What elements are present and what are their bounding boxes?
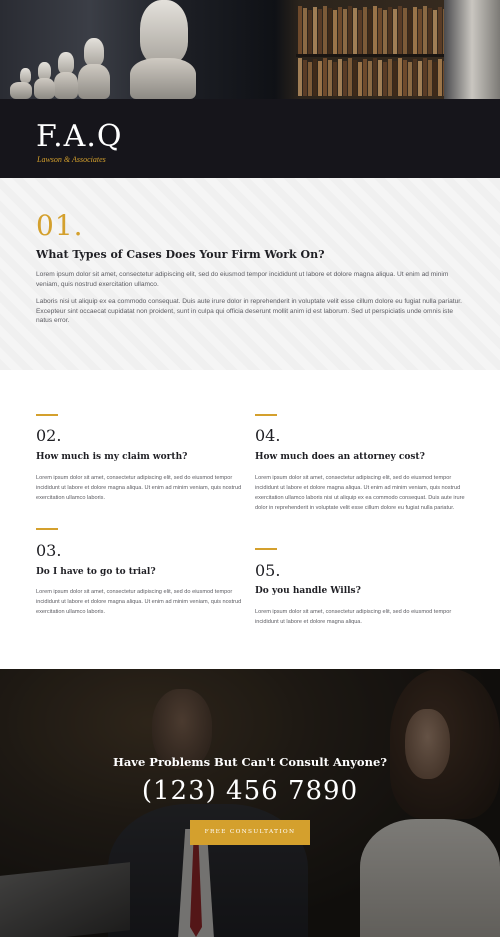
book-spine <box>418 61 422 96</box>
book-spine <box>353 60 357 96</box>
book-spine <box>303 8 307 54</box>
book-spine <box>418 9 422 54</box>
book-spine <box>368 9 372 54</box>
book-spine <box>383 10 387 54</box>
faq-question: What Types of Cases Does Your Firm Work … <box>36 248 325 261</box>
book-spine <box>328 60 332 96</box>
book-spine <box>433 62 437 96</box>
book-spine <box>428 8 432 54</box>
bust-statue-large <box>140 0 188 64</box>
book-spine <box>368 61 372 96</box>
book-spine <box>343 9 347 54</box>
book-spine <box>303 60 307 96</box>
book-spine <box>323 6 327 54</box>
book-spine <box>318 9 322 54</box>
book-spine <box>343 61 347 96</box>
book-spine <box>363 7 367 54</box>
book-spine <box>338 7 342 54</box>
faq-answer: Lorem ipsum dolor sit amet, consectetur … <box>36 589 242 615</box>
book-spine <box>428 60 432 96</box>
bust-statue <box>84 38 104 66</box>
accent-divider <box>255 548 277 550</box>
page-title: F.A.Q <box>36 119 123 154</box>
book-spine <box>318 61 322 96</box>
cta-heading: Have Problems But Can't Consult Anyone? <box>112 755 388 769</box>
book-spine <box>348 6 352 54</box>
book-spine <box>313 7 317 54</box>
book-spine <box>393 61 397 96</box>
bust-base <box>34 78 55 99</box>
book-spine <box>373 6 377 54</box>
faq-answer-paragraph: Laboris nisi ut aliquip ex ea commodo co… <box>36 298 462 325</box>
faq-answer-paragraph: Lorem ipsum dolor sit amet, consectetur … <box>36 271 449 288</box>
book-spine <box>338 59 342 96</box>
faq-number: 05. <box>255 561 281 580</box>
book-spine <box>423 58 427 96</box>
book-spine <box>403 60 407 96</box>
bust-base <box>10 82 32 99</box>
book-spine <box>438 7 442 54</box>
free-consultation-button[interactable]: FREE CONSULTATION <box>190 820 310 845</box>
bust-base <box>78 64 110 99</box>
book-spine <box>323 58 327 96</box>
shelf <box>296 54 446 57</box>
accent-divider <box>36 528 58 530</box>
book-spine <box>298 6 302 54</box>
accent-divider <box>36 414 58 416</box>
faq-answer: Lorem ipsum dolor sit amet, consectetur … <box>255 609 452 625</box>
book-spine <box>378 8 382 54</box>
book-spine <box>388 59 392 96</box>
faq-answer: Lorem ipsum dolor sit amet, consectetur … <box>36 475 242 501</box>
book-spine <box>348 58 352 96</box>
book-spine <box>358 62 362 96</box>
book-spine <box>413 59 417 96</box>
faq-answer: Lorem ipsum dolor sit amet, consectetur … <box>255 475 465 511</box>
book-spine <box>388 7 392 54</box>
bust-statue-right <box>444 0 500 99</box>
book-spine <box>408 10 412 54</box>
book-spine <box>393 9 397 54</box>
book-spine <box>328 8 332 54</box>
book-spine <box>378 60 382 96</box>
faq-question: How much does an attorney cost? <box>255 452 425 462</box>
book-spine <box>398 58 402 96</box>
book-spine <box>353 8 357 54</box>
hero-image <box>0 0 500 99</box>
book-spine <box>383 62 387 96</box>
book-spine <box>398 6 402 54</box>
bust-base <box>130 58 196 99</box>
faq-question: Do I have to go to trial? <box>36 567 156 577</box>
bust-statue <box>58 52 74 74</box>
bust-base <box>54 72 78 99</box>
book-spine <box>373 58 377 96</box>
book-spine <box>333 10 337 54</box>
faq-number: 04. <box>255 426 281 445</box>
faq-number: 02. <box>36 426 62 445</box>
book-spine <box>308 62 312 96</box>
cta-phone-number[interactable]: (123) 456 7890 <box>0 774 500 808</box>
page-subtitle: Lawson & Associates <box>37 155 106 164</box>
faq-number: 03. <box>36 541 62 560</box>
book-spine <box>333 62 337 96</box>
book-spine <box>313 59 317 96</box>
book-spine <box>308 10 312 54</box>
book-spine <box>298 58 302 96</box>
book-spine <box>423 6 427 54</box>
book-spine <box>433 10 437 54</box>
book-spine <box>413 7 417 54</box>
book-spine <box>408 62 412 96</box>
faq-question: Do you handle Wills? <box>255 586 361 596</box>
book-spine <box>358 10 362 54</box>
book-spine <box>403 8 407 54</box>
book-spine <box>438 59 442 96</box>
faq-question: How much is my claim worth? <box>36 452 188 462</box>
bust-statue <box>20 68 31 83</box>
faq-number: 01. <box>36 209 84 242</box>
accent-divider <box>255 414 277 416</box>
book-spine <box>363 59 367 96</box>
